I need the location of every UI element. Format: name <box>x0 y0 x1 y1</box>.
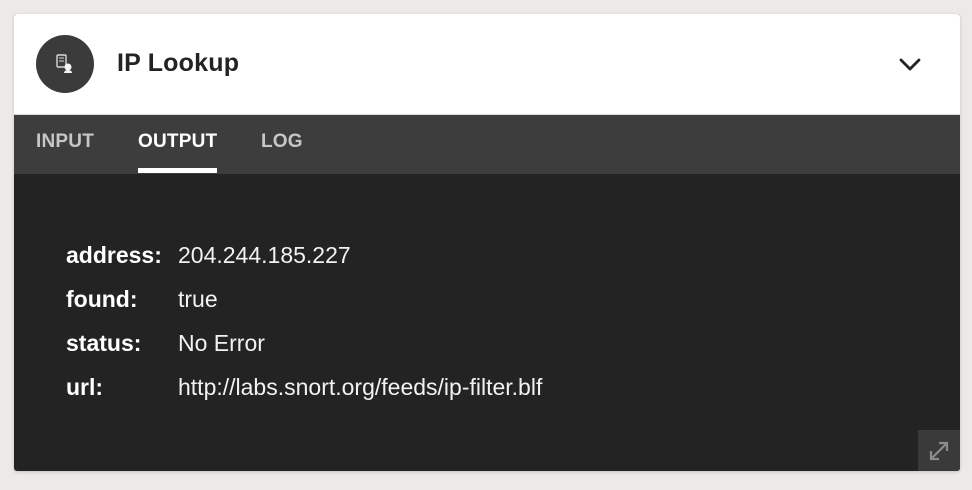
tab-input[interactable]: INPUT <box>36 115 94 174</box>
tab-log[interactable]: LOG <box>261 115 303 174</box>
output-key: status: <box>66 330 142 356</box>
expand-icon <box>929 441 949 461</box>
ip-lookup-card: IP Lookup INPUT OUTPUT LOG address: 204.… <box>14 14 960 471</box>
output-key: found: <box>66 286 138 312</box>
output-value: 204.244.185.227 <box>178 242 351 268</box>
ip-lookup-icon <box>56 54 72 73</box>
output-value: http://labs.snort.org/feeds/ip-filter.bl… <box>178 374 543 400</box>
collapse-button[interactable] <box>896 50 924 78</box>
output-key: address: <box>66 242 162 268</box>
chevron-down-icon <box>899 58 921 71</box>
output-value: No Error <box>178 330 265 356</box>
output-key: url: <box>66 374 104 400</box>
avatar <box>36 35 94 93</box>
tab-output[interactable]: OUTPUT <box>138 115 218 174</box>
tab-bar: INPUT OUTPUT LOG <box>14 115 960 174</box>
output-value: true <box>178 286 218 312</box>
card-header: IP Lookup <box>14 14 960 115</box>
expand-button[interactable] <box>918 430 960 471</box>
panel-title: IP Lookup <box>117 49 240 77</box>
